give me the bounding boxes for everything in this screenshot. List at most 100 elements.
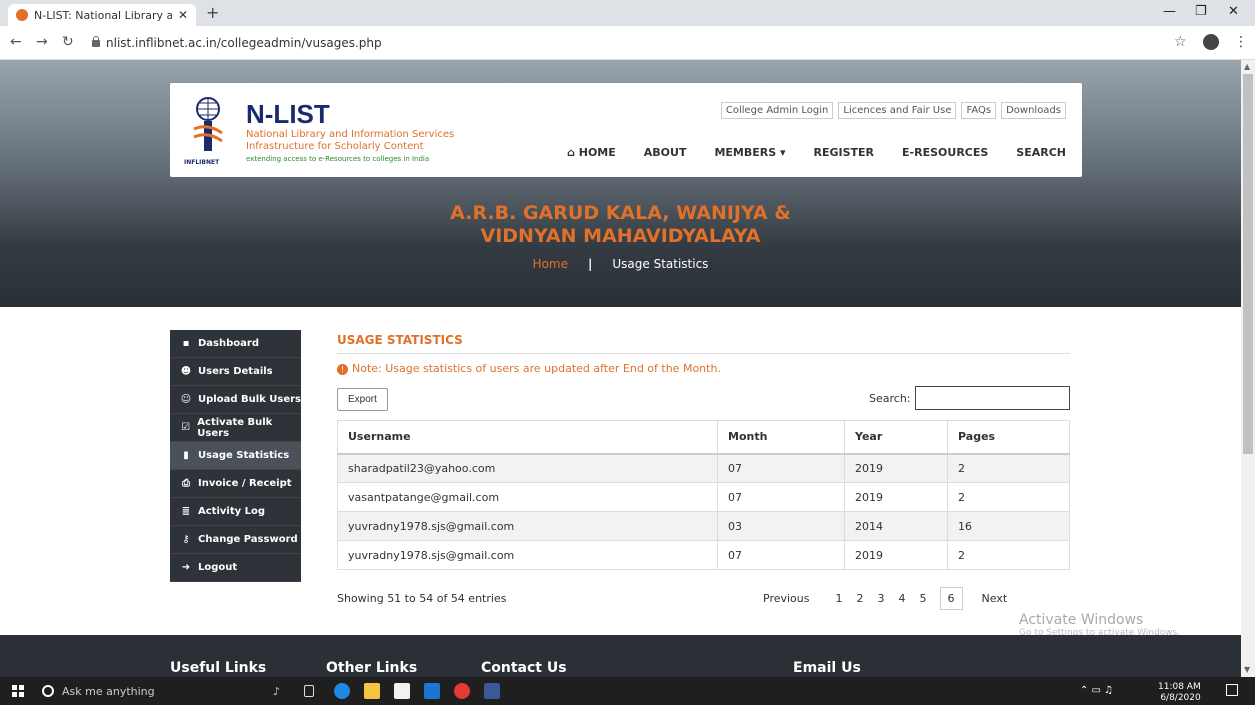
admin-sidebar: ▪ Dashboard ☻ Users Details ☺ Upload Bulk U… xyxy=(170,330,301,582)
site-header: INFLIBNET N-LIST National Library and In… xyxy=(170,83,1082,177)
scrollbar-thumb[interactable] xyxy=(1243,74,1253,454)
microphone-icon[interactable]: ♪ xyxy=(273,685,280,698)
nav-search[interactable]: SEARCH xyxy=(1016,146,1066,159)
system-tray-icons[interactable]: ⌃ ▭ ♫ xyxy=(1080,685,1113,696)
breadcrumb-separator: | xyxy=(587,257,593,271)
nav-members-label: MEMBERS xyxy=(714,146,777,159)
sidebar-item-dashboard[interactable]: ▪ Dashboard xyxy=(170,330,301,358)
edge-browser-icon[interactable] xyxy=(334,683,350,699)
pagination-page-4[interactable]: 4 xyxy=(892,588,913,609)
search-input[interactable] xyxy=(915,386,1070,410)
sidebar-item-logout[interactable]: ➜ Logout xyxy=(170,554,301,582)
sidebar-item-usage-statistics[interactable]: ▮ Usage Statistics xyxy=(170,442,301,470)
nav-members[interactable]: MEMBERS ▾ xyxy=(714,146,785,159)
page-title: USAGE STATISTICS xyxy=(337,330,1070,354)
windows-start-icon[interactable] xyxy=(12,685,24,697)
file-explorer-icon[interactable] xyxy=(364,683,380,699)
task-view-icon[interactable] xyxy=(304,685,314,697)
minimize-icon[interactable]: — xyxy=(1163,4,1176,19)
downloads-link[interactable]: Downloads xyxy=(1001,102,1066,119)
mail-icon[interactable] xyxy=(424,683,440,699)
back-icon[interactable]: ← xyxy=(10,34,22,50)
sidebar-item-activity-log[interactable]: ≣ Activity Log xyxy=(170,498,301,526)
table-row: vasantpatange@gmail.com 07 2019 2 xyxy=(337,482,1070,512)
column-header-pages[interactable]: Pages xyxy=(947,420,1070,455)
clock-date: 6/8/2020 xyxy=(1160,693,1201,703)
window-close-icon[interactable]: ✕ xyxy=(1228,4,1239,19)
inflibnet-logo-icon xyxy=(193,97,223,151)
sidebar-item-label: Dashboard xyxy=(198,338,259,349)
sidebar-item-label: Upload Bulk Users xyxy=(198,394,302,405)
licences-link[interactable]: Licences and Fair Use xyxy=(838,102,957,119)
sidebar-item-upload-bulk-users[interactable]: ☺ Upload Bulk Users xyxy=(170,386,301,414)
column-header-month[interactable]: Month xyxy=(717,420,845,455)
nav-register[interactable]: REGISTER xyxy=(814,146,875,159)
list-icon: ≣ xyxy=(181,506,191,517)
menu-kebab-icon[interactable]: ⋮ xyxy=(1234,34,1248,50)
sidebar-item-invoice-receipt[interactable]: ⎙ Invoice / Receipt xyxy=(170,470,301,498)
page-scrollbar[interactable]: ▲ ▼ xyxy=(1241,60,1255,677)
sidebar-item-users-details[interactable]: ☻ Users Details xyxy=(170,358,301,386)
cell-year: 2014 xyxy=(844,511,948,541)
top-links: College Admin Login Licences and Fair Us… xyxy=(720,102,1066,119)
word-app-icon[interactable] xyxy=(484,683,500,699)
new-tab-icon[interactable]: + xyxy=(206,3,219,22)
reload-icon[interactable]: ↻ xyxy=(62,34,74,50)
tab-title: N-LIST: National Library and Info xyxy=(34,8,172,22)
forward-icon[interactable]: → xyxy=(36,34,48,50)
sidebar-item-change-password[interactable]: ⚷ Change Password xyxy=(170,526,301,554)
bookmark-star-icon[interactable]: ☆ xyxy=(1174,34,1187,50)
browser-tab[interactable]: N-LIST: National Library and Info ✕ xyxy=(8,4,196,26)
pagination-page-6[interactable]: 6 xyxy=(939,587,963,610)
caret-down-icon: ▾ xyxy=(776,146,786,159)
cortana-search[interactable]: Ask me anything ♪ xyxy=(40,680,288,702)
close-tab-icon[interactable]: ✕ xyxy=(178,8,188,22)
chrome-browser-icon[interactable] xyxy=(454,683,470,699)
table-header-row: Username Month Year Pages xyxy=(337,420,1070,455)
cell-month: 03 xyxy=(717,511,845,541)
site-favicon-icon xyxy=(16,9,28,21)
pagination-page-3[interactable]: 3 xyxy=(871,588,892,609)
column-header-year[interactable]: Year xyxy=(844,420,948,455)
usage-note: ! Note: Usage statistics of users are upd… xyxy=(337,362,1070,375)
cell-year: 2019 xyxy=(844,482,948,512)
cell-month: 07 xyxy=(717,453,845,483)
dashboard-icon: ▪ xyxy=(182,338,190,349)
notification-center-icon[interactable] xyxy=(1226,684,1238,696)
cell-month: 07 xyxy=(717,540,845,570)
info-icon: ! xyxy=(337,364,348,375)
brand-name[interactable]: N-LIST xyxy=(246,99,330,130)
nav-about[interactable]: ABOUT xyxy=(644,146,687,159)
sidebar-item-activate-bulk-users[interactable]: ☑ Activate Bulk Users xyxy=(170,414,301,442)
pagination-page-2[interactable]: 2 xyxy=(850,588,871,609)
pagination-next[interactable]: Next xyxy=(975,588,1015,609)
restore-icon[interactable]: ❐ xyxy=(1195,4,1207,19)
faqs-link[interactable]: FAQs xyxy=(961,102,997,119)
pagination-previous[interactable]: Previous xyxy=(756,588,817,609)
footer-useful-links: Useful Links xyxy=(170,660,267,676)
system-clock[interactable]: 11:08 AM 6/8/2020 xyxy=(1158,683,1201,703)
store-icon[interactable] xyxy=(394,683,410,699)
hero-banner: INFLIBNET N-LIST National Library and In… xyxy=(0,60,1241,307)
breadcrumb-current: Usage Statistics xyxy=(612,257,709,271)
upload-users-icon: ☺ xyxy=(180,394,192,405)
cell-username: sharadpatil23@yahoo.com xyxy=(337,453,718,483)
nav-e-resources[interactable]: E-RESOURCES xyxy=(902,146,988,159)
table-row: yuvradny1978.sjs@gmail.com 07 2019 2 xyxy=(337,540,1070,570)
brand-line-1: National Library and Information Service… xyxy=(246,129,455,140)
export-button[interactable]: Export xyxy=(337,388,388,411)
pagination-page-5[interactable]: 5 xyxy=(913,588,934,609)
college-admin-login-link[interactable]: College Admin Login xyxy=(720,102,834,119)
pagination-page-1[interactable]: 1 xyxy=(829,588,850,609)
scroll-down-icon[interactable]: ▼ xyxy=(1244,665,1250,674)
clock-time: 11:08 AM xyxy=(1158,682,1201,692)
nav-home[interactable]: ⌂ HOME xyxy=(567,146,616,159)
sidebar-item-label: Users Details xyxy=(198,366,273,377)
scroll-up-icon[interactable]: ▲ xyxy=(1244,62,1250,71)
url-field[interactable]: nlist.inflibnet.ac.in/collegeadmin/vusag… xyxy=(106,36,382,50)
breadcrumb-home[interactable]: Home xyxy=(533,257,568,271)
usage-table: Username Month Year Pages sharadpatil23@… xyxy=(337,420,1070,570)
college-name-line-2: VIDNYAN MAHAVIDYALAYA xyxy=(480,225,761,247)
account-icon[interactable] xyxy=(1203,34,1219,50)
column-header-username[interactable]: Username xyxy=(337,420,718,455)
